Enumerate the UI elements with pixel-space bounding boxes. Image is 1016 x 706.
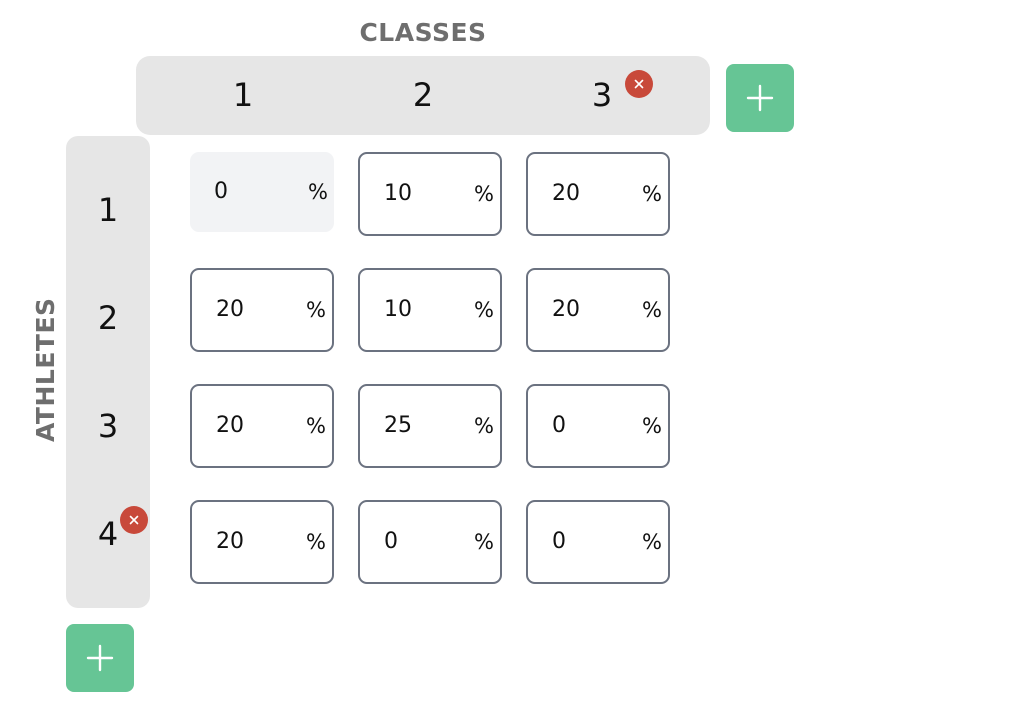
percent-unit: % bbox=[642, 182, 662, 206]
cell-value[interactable]: 20 bbox=[216, 386, 296, 466]
percent-unit: % bbox=[642, 530, 662, 554]
remove-class-3-button[interactable] bbox=[625, 70, 653, 98]
cell-value[interactable]: 20 bbox=[552, 270, 632, 350]
cell-value[interactable]: 25 bbox=[384, 386, 464, 466]
cell-value[interactable]: 0 bbox=[552, 386, 632, 466]
cell-r3-c3[interactable]: 0 % bbox=[526, 384, 670, 468]
cell-value[interactable]: 10 bbox=[384, 270, 464, 350]
add-athlete-button[interactable] bbox=[66, 624, 134, 692]
cell-r4-c2[interactable]: 0 % bbox=[358, 500, 502, 584]
cell-value[interactable]: 0 bbox=[552, 502, 632, 582]
cell-value[interactable]: 20 bbox=[552, 154, 632, 234]
cell-value: 0 bbox=[214, 179, 228, 204]
plus-icon bbox=[86, 644, 114, 672]
percent-unit: % bbox=[474, 530, 494, 554]
cell-r4-c1[interactable]: 20 % bbox=[190, 500, 334, 584]
percent-unit: % bbox=[474, 298, 494, 322]
class-header-3: 3 bbox=[591, 76, 613, 114]
classes-title: CLASSES bbox=[359, 18, 487, 47]
matrix-editor: CLASSES 1 2 3 ATHLETES 1 2 3 4 0 % 10 % bbox=[0, 0, 1016, 706]
cell-r2-c3[interactable]: 20 % bbox=[526, 268, 670, 352]
percent-unit: % bbox=[642, 298, 662, 322]
close-icon bbox=[634, 79, 644, 89]
cell-r1-c2[interactable]: 10 % bbox=[358, 152, 502, 236]
athlete-header-2: 2 bbox=[97, 299, 119, 337]
percent-unit: % bbox=[306, 414, 326, 438]
cell-r3-c2[interactable]: 25 % bbox=[358, 384, 502, 468]
percent-unit: % bbox=[306, 298, 326, 322]
athlete-header-1: 1 bbox=[97, 191, 119, 229]
close-icon bbox=[129, 515, 139, 525]
percent-unit: % bbox=[308, 180, 328, 204]
percent-unit: % bbox=[642, 414, 662, 438]
remove-athlete-4-button[interactable] bbox=[120, 506, 148, 534]
plus-icon bbox=[746, 84, 774, 112]
class-header-1: 1 bbox=[232, 76, 254, 114]
percent-unit: % bbox=[474, 182, 494, 206]
cell-r2-c1[interactable]: 20 % bbox=[190, 268, 334, 352]
cell-value[interactable]: 20 bbox=[216, 270, 296, 350]
cell-r1-c1: 0 % bbox=[190, 152, 334, 232]
cell-r2-c2[interactable]: 10 % bbox=[358, 268, 502, 352]
cell-r4-c3[interactable]: 0 % bbox=[526, 500, 670, 584]
add-class-button[interactable] bbox=[726, 64, 794, 132]
cell-r1-c3[interactable]: 20 % bbox=[526, 152, 670, 236]
class-header-2: 2 bbox=[412, 76, 434, 114]
cell-value[interactable]: 10 bbox=[384, 154, 464, 234]
cell-value[interactable]: 20 bbox=[216, 502, 296, 582]
athlete-header-3: 3 bbox=[97, 407, 119, 445]
cell-value[interactable]: 0 bbox=[384, 502, 464, 582]
percent-unit: % bbox=[306, 530, 326, 554]
percent-unit: % bbox=[474, 414, 494, 438]
cell-r3-c1[interactable]: 20 % bbox=[190, 384, 334, 468]
athletes-title: ATHLETES bbox=[31, 297, 60, 442]
